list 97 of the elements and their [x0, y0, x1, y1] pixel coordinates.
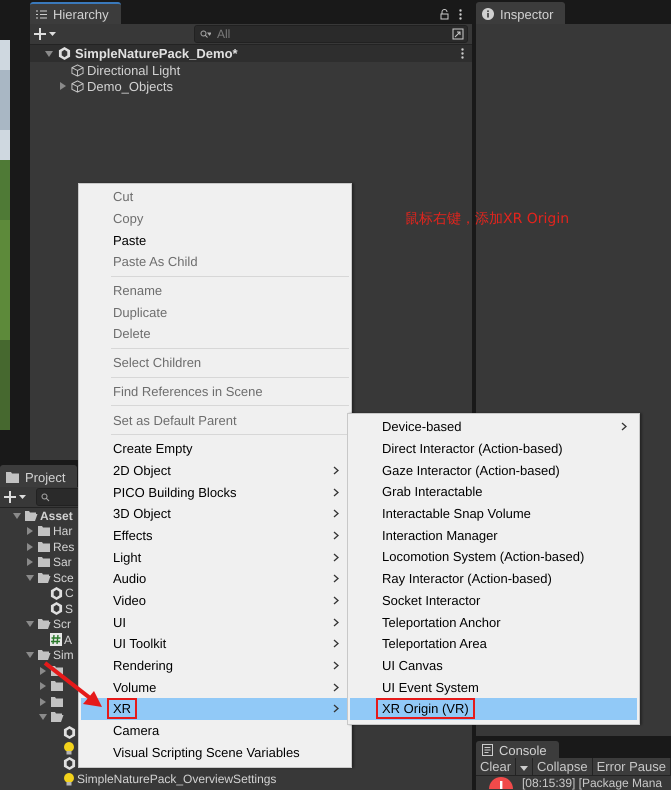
menu-item[interactable]: Device-based [350, 416, 637, 438]
search-field[interactable]: All [194, 25, 468, 43]
menu-item[interactable]: Gaze Interactor (Action-based) [350, 459, 637, 482]
collapsed-arrow-icon[interactable] [38, 666, 48, 676]
menu-item[interactable]: 3D Object [81, 502, 349, 525]
collapsed-arrow-icon[interactable] [25, 557, 35, 568]
menu-item[interactable]: Camera [81, 720, 349, 742]
caret-icon [520, 766, 528, 771]
tree-item-label[interactable]: Asset [40, 510, 73, 522]
search-icon [41, 492, 50, 502]
log-entry[interactable]: [08:15:39] [Package Mana [522, 777, 662, 789]
open-folder-icon [37, 572, 51, 584]
tree-item-label[interactable]: Scr [53, 618, 71, 630]
folder-icon [37, 540, 51, 553]
collapsed-arrow-icon[interactable] [38, 681, 48, 692]
add-dropdown-icon[interactable] [34, 28, 58, 40]
collapsed-arrow-icon[interactable] [38, 696, 48, 707]
menu-item[interactable]: Interaction Manager [350, 524, 637, 546]
menu-item[interactable]: Grab Interactable [350, 481, 637, 503]
expanded-arrow-icon[interactable] [44, 48, 54, 58]
expanded-arrow-icon[interactable] [25, 572, 35, 583]
menu-item[interactable]: Effects [81, 524, 349, 546]
tree-item-label[interactable]: SimpleNaturePack_OverviewSettings [77, 773, 276, 786]
menu-item[interactable]: UI [81, 611, 349, 634]
menu-item[interactable]: Paste [81, 229, 349, 252]
dropdown-button[interactable] [516, 758, 534, 775]
open-folder-icon [50, 711, 64, 724]
menu-item[interactable]: Teleportation Anchor [350, 611, 637, 633]
collapsed-arrow-icon[interactable] [58, 81, 68, 91]
menu-item[interactable]: Rendering [81, 654, 349, 676]
menu-item[interactable]: PICO Building Blocks [81, 481, 349, 503]
open-window-icon[interactable] [452, 28, 464, 40]
menu-item[interactable]: Ray Interactor (Action-based) [350, 568, 637, 590]
expanded-arrow-icon[interactable] [25, 619, 35, 630]
menu-item[interactable]: Teleportation Area [350, 632, 637, 655]
search-icon [200, 30, 211, 38]
menu-item[interactable]: Locomotion System (Action-based) [350, 546, 637, 568]
collapsed-arrow-icon[interactable] [25, 542, 35, 552]
hierarchy-tab[interactable]: Hierarchy [30, 2, 121, 24]
menu-item[interactable]: 2D Object [81, 460, 349, 482]
folder-icon [37, 556, 51, 568]
scene-row[interactable]: SimpleNaturePack_Demo* [30, 45, 472, 62]
tree-item-label[interactable]: S [65, 602, 74, 615]
menu-item[interactable]: Video [81, 590, 349, 612]
tree-item-label[interactable]: Sce [53, 572, 74, 584]
folder-icon [37, 525, 51, 538]
menu-item[interactable]: Direct Interactor (Action-based) [350, 438, 637, 460]
menu-item[interactable]: Socket Interactor [350, 590, 637, 612]
toolbar-button[interactable]: Error Pause [592, 758, 671, 775]
lock-icon[interactable] [440, 9, 449, 20]
hierarchy-item[interactable]: Directional Light [87, 62, 180, 78]
expanded-arrow-icon[interactable] [12, 510, 22, 521]
expanded-arrow-icon[interactable] [38, 712, 48, 722]
cube-icon [71, 80, 84, 92]
tree-item-label[interactable]: C [65, 587, 74, 600]
tree-item-label[interactable]: Har [53, 525, 72, 538]
menu-item[interactable]: UI Canvas [350, 654, 637, 676]
tree-item-label[interactable]: A [64, 634, 72, 646]
tree-item-label[interactable]: Sar [53, 556, 72, 568]
cube-icon [71, 64, 84, 76]
list-icon [36, 10, 47, 18]
open-folder-icon [37, 649, 51, 662]
info-icon [482, 8, 494, 20]
project-tab[interactable]: Project [0, 465, 78, 487]
menu-item[interactable]: UI Toolkit [81, 633, 349, 655]
script-icon [50, 633, 62, 646]
inspector-tab[interactable]: Inspector [476, 2, 566, 24]
expanded-arrow-icon[interactable] [25, 650, 35, 660]
menu-item[interactable]: Light [81, 546, 349, 568]
hierarchy-item[interactable]: Demo_Objects [87, 78, 173, 94]
menu-item[interactable]: Audio [81, 568, 349, 590]
tree-item-label[interactable]: Res [53, 540, 74, 553]
collapsed-arrow-icon[interactable] [25, 526, 35, 536]
toolbar-button[interactable]: Collapse [533, 758, 593, 775]
menu-item[interactable]: XR Origin (VR) [350, 698, 637, 720]
menu-item[interactable]: Create Empty [81, 438, 349, 460]
light-bulb-icon [63, 742, 75, 755]
open-folder-icon [24, 510, 38, 522]
error-icon [488, 777, 514, 789]
menu-item[interactable]: UI Event System [350, 676, 637, 698]
menu-item[interactable]: Volume [81, 676, 349, 698]
folder-icon [50, 696, 64, 708]
folder-icon [6, 472, 19, 482]
menu-item[interactable]: Interactable Snap Volume [350, 502, 637, 524]
annotation-text: 鼠标右键，添加XR Origin [405, 210, 570, 228]
add-dropdown-icon[interactable] [4, 491, 28, 503]
light-bulb-icon [63, 772, 75, 786]
console-icon [482, 744, 493, 756]
more-options-icon[interactable] [460, 48, 464, 59]
clear-button[interactable]: Clear [476, 758, 516, 775]
folder-icon [50, 680, 64, 692]
menu-item[interactable]: XR [81, 698, 349, 720]
console-tab[interactable]: Console [476, 741, 559, 758]
more-options-icon[interactable] [458, 9, 462, 20]
open-folder-icon [37, 618, 51, 630]
tree-item-label[interactable]: Sim [53, 649, 74, 662]
menu-item[interactable]: Visual Scripting Scene Variables [81, 742, 349, 764]
